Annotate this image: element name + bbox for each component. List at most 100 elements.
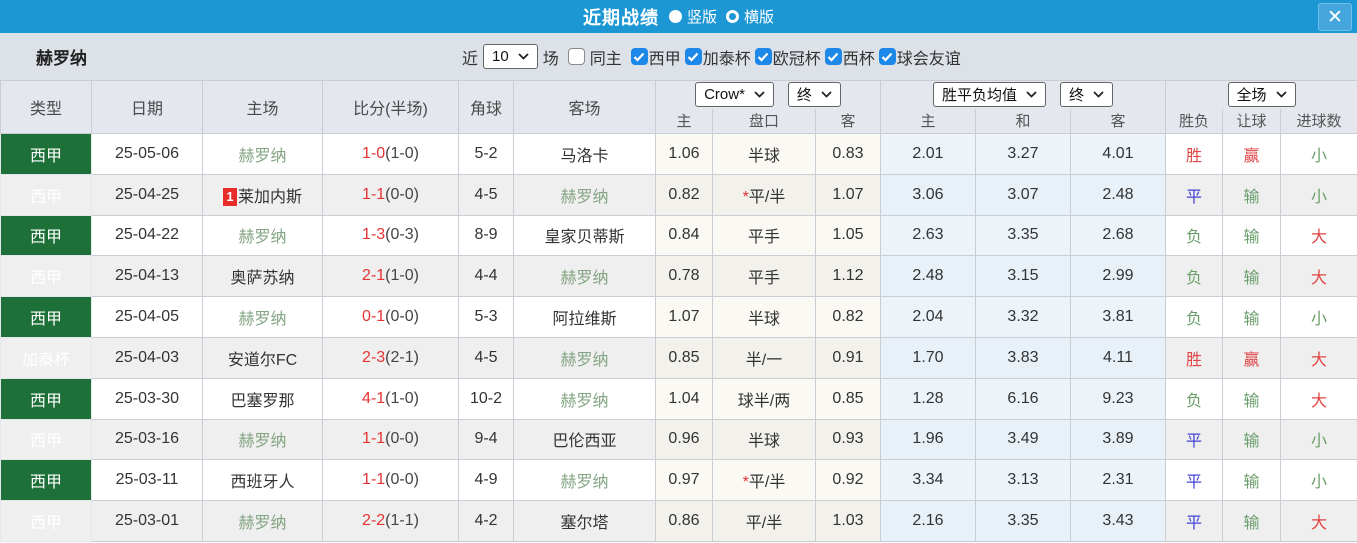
col-header-home: 主场 — [202, 80, 323, 134]
close-button[interactable]: ✕ — [1318, 3, 1352, 31]
avg-draw: 3.35 — [975, 214, 1071, 257]
league-filter-欧冠杯[interactable]: 欧冠杯 — [754, 45, 821, 69]
home-team: 赫罗纳 — [202, 133, 323, 175]
away-team: 塞尔塔 — [513, 500, 656, 542]
radio-vertical-label: 竖版 — [686, 9, 717, 26]
corner-count: 9-4 — [458, 418, 514, 461]
halftime-score: (1-1) — [385, 512, 419, 530]
home-team-name: 安道尔FC — [227, 351, 298, 369]
fulltime-score: 1-0 — [362, 144, 386, 162]
match-type: 西甲 — [0, 173, 92, 216]
match-row: 西甲 25-03-01 赫罗纳 2-2(1-1) 4-2 塞尔塔 0.86 平/半 1.03 2.… — [0, 500, 1357, 542]
halftime-score: (1-0) — [385, 144, 419, 162]
checkbox-checked-icon[interactable] — [754, 48, 772, 65]
halftime-score: (0-0) — [385, 185, 419, 203]
match-date: 25-03-11 — [91, 459, 203, 502]
match-row: 西甲 25-03-30 巴塞罗那 4-1(1-0) 10-2 赫罗纳 1.04 球半/两 0.8… — [0, 377, 1357, 420]
match-type: 西甲 — [0, 377, 92, 420]
avg-away: 4.11 — [1070, 336, 1166, 379]
away-team-name: 塞尔塔 — [560, 515, 609, 533]
halftime-score: (0-3) — [385, 226, 419, 244]
corner-count: 5-3 — [458, 296, 514, 338]
odds-home: 0.82 — [655, 173, 713, 216]
result-goals: 小 — [1279, 418, 1357, 461]
checkbox-checked-icon[interactable] — [824, 48, 842, 65]
col-header-crow-home: 主 — [655, 108, 713, 134]
avg-home: 2.16 — [880, 500, 976, 542]
avg-home: 2.48 — [880, 255, 976, 298]
handicap-line: 平/半 — [712, 500, 816, 542]
fulltime-score: 1-1 — [362, 185, 386, 203]
scope-select[interactable]: 全场 — [1227, 82, 1296, 108]
radio-vertical-layout[interactable]: 竖版 — [668, 6, 717, 27]
match-type: 西甲 — [0, 459, 92, 502]
odds-away: 0.85 — [815, 377, 881, 420]
chevron-down-icon — [1275, 91, 1287, 99]
checkbox-checked-icon[interactable] — [878, 48, 896, 65]
avg-away: 3.43 — [1070, 500, 1166, 542]
avg-home: 1.70 — [880, 336, 976, 379]
handicap-line: 半球 — [712, 418, 816, 461]
away-team-name: 马洛卡 — [560, 147, 609, 165]
avg-home: 1.96 — [880, 418, 976, 461]
odds-away: 1.05 — [815, 214, 881, 257]
radio-horizontal-layout[interactable]: 横版 — [726, 6, 774, 27]
score: 4-1(1-0) — [322, 377, 459, 420]
result-goals: 大 — [1279, 336, 1357, 379]
recent-results-window: 近期战绩 竖版 横版 ✕ 赫罗纳 近 10 场 同主 西甲 加泰杯 欧冠杯 西杯… — [0, 0, 1357, 543]
odds-period-select[interactable]: 终 — [787, 82, 841, 108]
col-header-avg-draw: 和 — [975, 108, 1071, 134]
league-filter-加泰杯[interactable]: 加泰杯 — [684, 45, 751, 69]
result-goals: 小 — [1279, 173, 1357, 216]
league-filter-球会友谊[interactable]: 球会友谊 — [878, 45, 961, 69]
score: 1-1(0-0) — [322, 173, 459, 216]
league-filter-西杯[interactable]: 西杯 — [824, 45, 875, 69]
home-team-name: 西班牙人 — [230, 474, 295, 492]
result-goals: 大 — [1279, 255, 1357, 298]
same-host-label: 同主 — [589, 50, 622, 68]
result-wdl: 负 — [1165, 377, 1223, 420]
bookmaker-select-value: Crow* — [704, 86, 745, 104]
match-date: 25-04-03 — [91, 336, 203, 379]
league-filter-label: 欧冠杯 — [772, 50, 821, 68]
recent-count-select[interactable]: 10 — [483, 44, 538, 69]
same-host-checkbox[interactable] — [567, 48, 585, 65]
avg-period-select[interactable]: 终 — [1060, 82, 1114, 108]
odds-home: 0.78 — [655, 255, 713, 298]
league-filter-西甲[interactable]: 西甲 — [630, 45, 681, 69]
avg-odds-group: 胜平负均值 终 — [880, 80, 1166, 109]
col-header-score: 比分(半场) — [322, 80, 459, 134]
matches-label: 场 — [542, 50, 559, 68]
bookmaker-select[interactable]: Crow* — [695, 82, 774, 108]
corner-count: 4-2 — [458, 500, 514, 542]
avg-home: 2.04 — [880, 296, 976, 338]
match-type: 西甲 — [0, 214, 92, 257]
asterisk-icon: * — [742, 474, 749, 492]
chevron-down-icon — [1093, 91, 1104, 99]
avg-odds-select[interactable]: 胜平负均值 — [932, 82, 1046, 108]
col-header-crow-away: 客 — [815, 108, 881, 134]
corner-count: 4-5 — [458, 336, 514, 379]
page-title: 近期战绩 — [582, 7, 659, 28]
avg-odds-value: 胜平负均值 — [941, 87, 1017, 105]
checkbox-checked-icon[interactable] — [630, 48, 648, 65]
avg-draw: 3.83 — [975, 336, 1071, 379]
match-type: 西甲 — [0, 296, 92, 338]
checkbox-checked-icon[interactable] — [684, 48, 702, 65]
league-filter-label: 西杯 — [842, 50, 875, 68]
match-date: 25-04-05 — [91, 296, 203, 338]
recent-label: 近 — [462, 50, 479, 68]
result-goals: 小 — [1279, 296, 1357, 338]
result-handicap: 输 — [1222, 500, 1281, 542]
home-team: 安道尔FC — [202, 336, 323, 379]
match-date: 25-03-30 — [91, 377, 203, 420]
result-handicap: 赢 — [1222, 133, 1281, 175]
match-row: 加泰杯 25-04-03 安道尔FC 2-3(2-1) 4-5 赫罗纳 0.85 半/一 0.9… — [0, 336, 1357, 379]
score: 1-0(1-0) — [322, 133, 459, 175]
close-icon: ✕ — [1327, 6, 1343, 28]
score: 1-3(0-3) — [322, 214, 459, 257]
asterisk-icon: * — [742, 188, 749, 206]
corner-count: 5-2 — [458, 133, 514, 175]
match-date: 25-04-25 — [91, 173, 203, 216]
odds-away: 1.12 — [815, 255, 881, 298]
